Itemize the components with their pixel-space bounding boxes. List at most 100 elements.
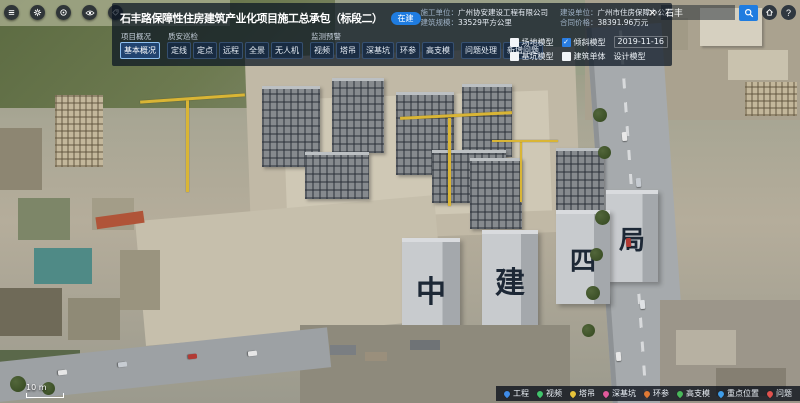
tab-button-2-0[interactable]: 视频 — [310, 42, 334, 59]
bottom-legend: 工程 视频塔吊 深基坑 环参高支模 重点位置问题 — [496, 386, 800, 401]
scene-tree — [10, 376, 26, 392]
scene-building — [0, 128, 42, 190]
scale-label: 10 m — [26, 383, 47, 392]
model-checkbox-label-2: 基坑模型 — [522, 51, 554, 62]
building-character: 中 — [416, 267, 446, 311]
tab-button-2-3[interactable]: 环参 — [396, 42, 420, 59]
home-button[interactable] — [762, 5, 777, 20]
header-panel: 石丰路保障性住房建筑产业化项目施工总承包（标段二） 在建 施工单位：广州协安建设… — [112, 3, 672, 66]
legend-item-5[interactable]: 高支模 — [677, 388, 710, 399]
tab-button-2-1[interactable]: 塔吊 — [336, 42, 360, 59]
help-button[interactable]: ? — [781, 5, 796, 20]
checkbox-icon[interactable] — [562, 52, 571, 61]
oblique-model-date[interactable]: 2019-11-16 — [614, 36, 669, 48]
owner-label: 建设单位： — [560, 8, 598, 17]
concrete-tower — [305, 152, 369, 199]
scene-car — [622, 132, 628, 141]
tab-button-2-2[interactable]: 深基坑 — [362, 42, 394, 59]
tab-button-row-1: 定线定点远程全景无人机 — [167, 42, 303, 59]
legend-item-1[interactable]: 视频 — [537, 388, 562, 399]
legend-item-7[interactable]: 问题 — [767, 388, 792, 399]
tower-crane-mast — [448, 118, 451, 206]
legend-label-4: 环参 — [653, 388, 669, 399]
legend-label-0: 工程 — [513, 388, 529, 399]
contractor-value: 广州协安建设工程有限公司 — [458, 8, 548, 17]
construction-ground — [135, 195, 445, 346]
map-tools — [4, 5, 123, 20]
tab-button-1-3[interactable]: 全景 — [245, 42, 269, 59]
model-checkbox-label-1: 倾斜模型 — [574, 37, 606, 48]
tab-button-3-0[interactable]: 问题处理 — [461, 42, 501, 59]
price-value: 38391.96万元 — [598, 18, 649, 27]
building-tower-jian: 建 — [482, 230, 538, 326]
model-checkbox-item-1[interactable]: ✓倾斜模型 — [562, 37, 606, 48]
scene-tree — [586, 286, 600, 300]
clear-icon[interactable]: × — [648, 7, 657, 18]
price-label: 合同价格： — [560, 18, 598, 27]
tab-button-0-0[interactable]: 基本概况 — [120, 42, 160, 59]
search-bar: × ? — [648, 4, 796, 21]
home-icon — [765, 8, 774, 17]
scene-container — [330, 345, 356, 355]
status-badge: 在建 — [391, 12, 421, 25]
scene-building — [728, 50, 788, 80]
model-checkbox-item-0[interactable]: 场地模型 — [510, 37, 554, 48]
building-tower-ju: 局 — [606, 190, 658, 282]
legend-item-2[interactable]: 塔吊 — [570, 388, 595, 399]
menu-icon[interactable] — [4, 5, 19, 20]
legend-item-4[interactable]: 环参 — [644, 388, 669, 399]
legend-label-3: 深基坑 — [612, 388, 636, 399]
tab-button-1-2[interactable]: 远程 — [219, 42, 243, 59]
scene-car — [616, 352, 622, 361]
search-input[interactable] — [661, 5, 735, 20]
scale-label: 建筑规模： — [421, 18, 459, 27]
checkbox-icon[interactable] — [510, 38, 519, 47]
tab-button-1-0[interactable]: 定线 — [167, 42, 191, 59]
model-checkbox-item-2[interactable]: 基坑模型 — [510, 51, 554, 62]
contractor-label: 施工单位： — [421, 8, 459, 17]
legend-label-1: 视频 — [546, 388, 562, 399]
legend-item-3[interactable]: 深基坑 — [603, 388, 636, 399]
tab-group-2: 监测预警视频塔吊深基坑环参高支模 — [310, 31, 454, 59]
title-row: 石丰路保障性住房建筑产业化项目施工总承包（标段二） 在建 施工单位：广州协安建设… — [120, 8, 664, 28]
scale-line — [26, 393, 64, 398]
scene-building — [55, 95, 103, 167]
model-checkbox-item-3[interactable]: 建筑单体 — [562, 51, 606, 62]
checkbox-checked-icon[interactable]: ✓ — [562, 38, 571, 47]
scene-building — [120, 250, 160, 310]
tab-group-label-0: 项目概况 — [121, 31, 160, 40]
scene-car — [188, 354, 197, 360]
target-icon[interactable] — [56, 5, 71, 20]
tab-button-1-4[interactable]: 无人机 — [271, 42, 303, 59]
checkbox-icon[interactable] — [510, 52, 519, 61]
concrete-tower — [470, 158, 522, 229]
app-window: 局 四 建 中 — [0, 0, 800, 403]
concrete-tower — [462, 84, 512, 157]
legend-label-6: 重点位置 — [727, 388, 759, 399]
legend-item-0[interactable]: 工程 — [504, 388, 529, 399]
concrete-tower — [556, 148, 604, 213]
scene-building — [18, 198, 70, 240]
legend-item-6[interactable]: 重点位置 — [718, 388, 759, 399]
eye-icon[interactable] — [82, 5, 97, 20]
map-pin-icon — [503, 389, 511, 397]
scene-tree — [598, 146, 611, 159]
tab-button-1-1[interactable]: 定点 — [193, 42, 217, 59]
building-character: 局 — [619, 220, 645, 257]
tab-button-2-4[interactable]: 高支模 — [422, 42, 454, 59]
scene-container — [365, 352, 387, 361]
map-pin-icon — [602, 389, 610, 397]
model-checkbox-label-3: 建筑单体 — [574, 51, 606, 62]
help-icon: ? — [786, 8, 791, 18]
tab-group-label-1: 质安巡检 — [168, 31, 303, 40]
page-title: 石丰路保障性住房建筑产业化项目施工总承包（标段二） — [120, 10, 383, 26]
map-pin-icon — [569, 389, 577, 397]
scene-car — [248, 351, 257, 357]
scene-building — [745, 82, 797, 116]
gear-icon[interactable] — [30, 5, 45, 20]
design-model-label[interactable]: 设计模型 — [614, 51, 669, 62]
map-pin-icon — [766, 389, 774, 397]
concrete-tower — [332, 78, 384, 153]
map-pin-icon — [717, 389, 725, 397]
search-button[interactable] — [739, 5, 758, 21]
